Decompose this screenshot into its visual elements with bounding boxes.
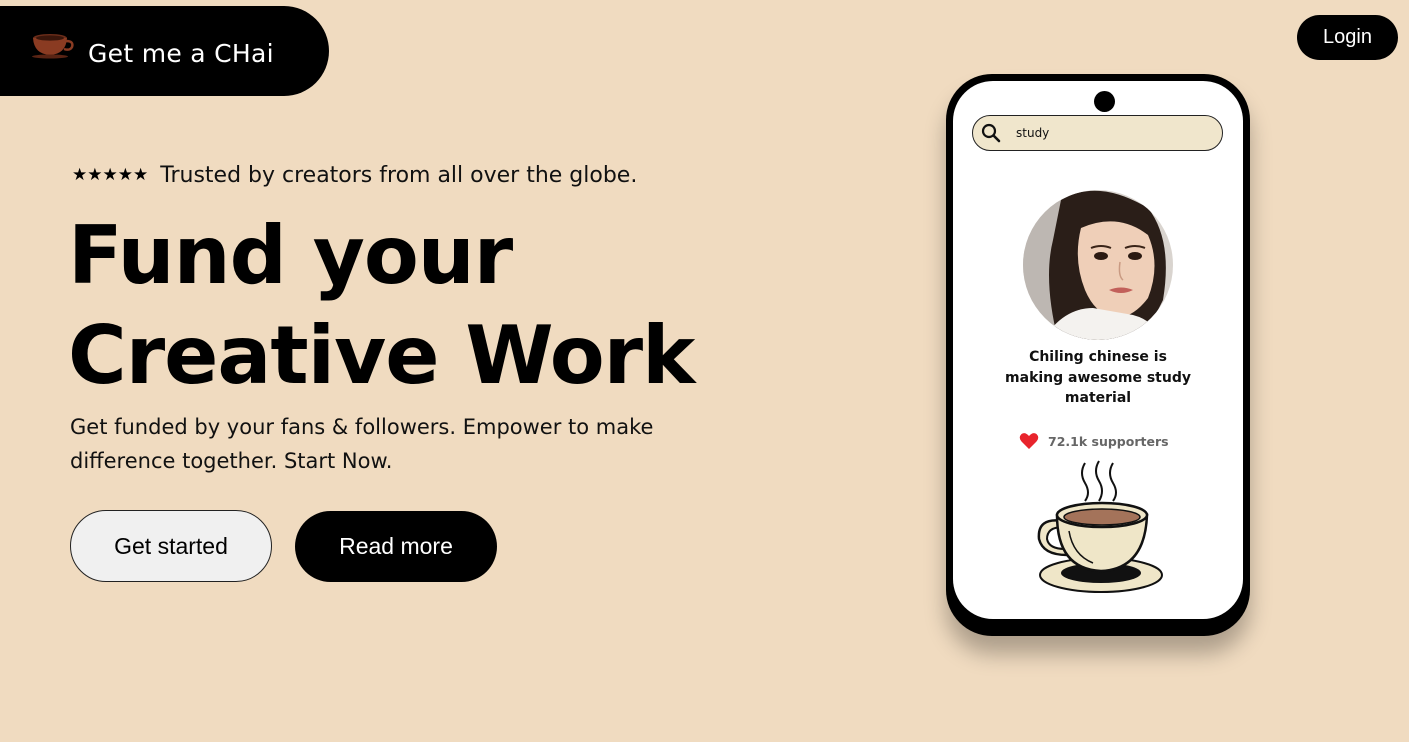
creator-avatar (1023, 190, 1173, 340)
read-more-button[interactable]: Read more (295, 511, 497, 582)
phone-screen: study Chiling chinese is making awesome … (953, 81, 1243, 619)
search-icon (981, 123, 1001, 143)
phone-search-bar[interactable]: study (972, 115, 1223, 151)
supporters-count: 72.1k supporters (1019, 432, 1169, 450)
heart-icon (1019, 433, 1039, 449)
brand-title: Get me a CHai (88, 38, 274, 68)
hero-headline: Fund your Creative Work (68, 206, 695, 406)
get-started-button[interactable]: Get started (70, 510, 272, 582)
phone-camera (1094, 91, 1115, 112)
tea-cup-icon (1037, 460, 1163, 593)
coffee-cup-icon (32, 34, 74, 59)
search-input[interactable]: study (1016, 126, 1049, 140)
landing-page: Get me a CHai Login ★ ★ ★ ★ ★ Trusted by… (0, 0, 1409, 742)
headline-line-1: Fund your (68, 209, 513, 302)
trusted-badge: ★ ★ ★ ★ ★ Trusted by creators from all o… (72, 160, 637, 190)
brand-logo[interactable]: Get me a CHai (0, 6, 329, 96)
creator-title: Chiling chinese is making awesome study … (1005, 349, 1191, 406)
star-icon: ★ (87, 164, 103, 185)
hero-subtext: Get funded by your fans & followers. Emp… (70, 415, 654, 473)
trusted-text: Trusted by creators from all over the gl… (160, 162, 638, 188)
headline-line-2: Creative Work (68, 309, 695, 402)
star-icon: ★ (102, 164, 118, 185)
star-icon: ★ (117, 164, 133, 185)
star-icon: ★ (72, 164, 88, 185)
rating-stars: ★ ★ ★ ★ ★ (72, 164, 149, 185)
phone-mockup: study Chiling chinese is making awesome … (946, 74, 1250, 636)
login-button[interactable]: Login (1297, 15, 1398, 60)
supporters-text: 72.1k supporters (1048, 433, 1169, 449)
star-icon: ★ (133, 164, 149, 185)
creator-photo (1023, 190, 1173, 340)
